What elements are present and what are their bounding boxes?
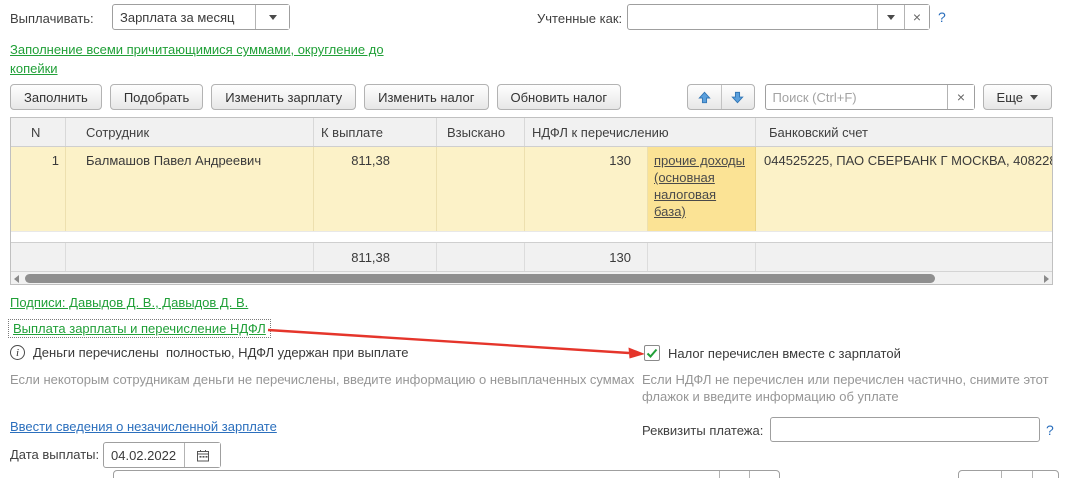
cell-to-pay[interactable]: 811,38 <box>314 147 437 231</box>
change-tax-button[interactable]: Изменить налог <box>364 84 489 110</box>
info-icon: i <box>10 345 25 360</box>
pay-mode-dropdown-button[interactable] <box>255 5 289 29</box>
requisites-help-link[interactable]: ? <box>1046 422 1054 438</box>
clipped-field-button[interactable] <box>719 471 749 478</box>
table-totals-row: 811,38 130 <box>11 242 1052 271</box>
search-clear-button[interactable]: × <box>947 85 974 109</box>
clipped-bottom-field[interactable] <box>958 470 1059 478</box>
total-empty <box>11 243 66 271</box>
calendar-icon <box>196 449 209 461</box>
table-header-row: N Сотрудник К выплате Взыскано НДФЛ к пе… <box>11 118 1052 147</box>
tax-checkbox-row: Налог перечислен вместе с зарплатой <box>644 345 901 361</box>
accounted-as-clear-button[interactable]: × <box>904 5 929 29</box>
cell-withheld[interactable] <box>437 147 525 231</box>
enter-unpaid-salary-link[interactable]: Ввести сведения о незачисленной зарплате <box>10 419 277 434</box>
pick-button[interactable]: Подобрать <box>109 84 204 110</box>
chevron-down-icon <box>1030 94 1038 100</box>
cell-bank-account[interactable]: 044525225, ПАО СБЕРБАНК Г МОСКВА, 408228… <box>756 147 1052 231</box>
payout-and-ndfl-link[interactable]: Выплата зарплаты и перечисление НДФЛ <box>13 321 266 336</box>
employees-table: N Сотрудник К выплате Взыскано НДФЛ к пе… <box>10 117 1053 285</box>
checkmark-icon <box>646 348 658 358</box>
tax-base-link[interactable]: прочие доходы (основная налоговая база) <box>654 153 745 219</box>
total-empty <box>648 243 756 271</box>
column-header-withheld[interactable]: Взыскано <box>437 118 525 146</box>
search-input[interactable] <box>765 85 948 109</box>
cell-row-number: 1 <box>11 147 66 231</box>
change-salary-button[interactable]: Изменить зарплату <box>211 84 357 110</box>
search-box: × <box>764 84 975 110</box>
pay-mode-combo[interactable]: Зарплата за месяц <box>112 4 290 30</box>
fill-amounts-link[interactable]: Заполнение всеми причитающимися суммами,… <box>10 40 430 78</box>
clipped-field-text-area <box>959 471 1001 478</box>
payment-status-text: Деньги перечислены полностью, НДФЛ удерж… <box>33 345 409 360</box>
accounted-as-dropdown-button[interactable] <box>877 5 904 29</box>
payment-requisites-label: Реквизиты платежа: <box>642 423 764 438</box>
clipped-field-button[interactable] <box>749 471 779 478</box>
cell-tax-base: прочие доходы (основная налоговая база) <box>648 147 756 231</box>
accounted-as-value[interactable] <box>628 5 877 29</box>
row-move-buttons <box>686 84 755 110</box>
table-toolbar: Заполнить Подобрать Изменить зарплату Из… <box>10 84 1052 110</box>
table-row[interactable]: 1 Балмашов Павел Андреевич 811,38 130 пр… <box>11 147 1052 232</box>
accounted-as-help-link[interactable]: ? <box>938 9 946 25</box>
total-empty <box>66 243 314 271</box>
payout-link-focus-box: Выплата зарплаты и перечисление НДФЛ <box>8 319 271 338</box>
pay-mode-label: Выплачивать: <box>10 11 94 26</box>
update-tax-button[interactable]: Обновить налог <box>496 84 622 110</box>
unpaid-hint-text: Если некоторым сотрудникам деньги не пер… <box>10 372 635 387</box>
calendar-button[interactable] <box>184 443 220 467</box>
clipped-field-text-area <box>114 471 719 478</box>
more-button-label: Еще <box>996 89 1023 105</box>
tax-hint-text: Если НДФЛ не перечислен или перечислен ч… <box>642 372 1049 404</box>
tax-transferred-checkbox[interactable] <box>644 345 660 361</box>
cell-employee[interactable]: Балмашов Павел Андреевич <box>66 147 314 231</box>
scroll-right-icon[interactable] <box>1044 275 1049 283</box>
arrow-down-icon <box>731 91 744 103</box>
payment-date-label: Дата выплаты: <box>10 447 100 462</box>
total-empty <box>756 243 1052 271</box>
more-button[interactable]: Еще <box>982 84 1052 110</box>
clipped-bottom-field[interactable] <box>113 470 780 478</box>
scrollbar-thumb[interactable] <box>25 274 935 283</box>
table-empty-area <box>11 232 1052 242</box>
cell-ndfl[interactable]: 130 <box>525 147 648 231</box>
payment-requisites-field <box>770 417 1040 442</box>
signatures-link[interactable]: Подписи: Давыдов Д. В., Давыдов Д. В. <box>10 295 248 310</box>
total-to-pay: 811,38 <box>314 243 437 271</box>
clipped-field-button[interactable] <box>1001 471 1032 478</box>
column-header-employee[interactable]: Сотрудник <box>66 118 314 146</box>
chevron-down-icon <box>268 14 277 20</box>
salary-payment-form: Выплачивать: Зарплата за месяц Учтенные … <box>0 0 1065 478</box>
column-header-bank-account[interactable]: Банковский счет <box>756 118 1052 146</box>
pay-mode-value[interactable]: Зарплата за месяц <box>113 5 255 29</box>
chevron-down-icon <box>887 14 895 20</box>
arrow-up-icon <box>697 91 711 103</box>
payment-date-field <box>103 442 221 468</box>
total-ndfl: 130 <box>525 243 648 271</box>
payment-status-row: i Деньги перечислены полностью, НДФЛ уде… <box>10 345 409 360</box>
move-up-button[interactable] <box>688 85 721 109</box>
column-header-to-pay[interactable]: К выплате <box>314 118 437 146</box>
move-down-button[interactable] <box>720 85 754 109</box>
scroll-left-icon[interactable] <box>14 275 19 283</box>
fill-button[interactable]: Заполнить <box>10 84 102 110</box>
tax-transferred-checkbox-label[interactable]: Налог перечислен вместе с зарплатой <box>668 346 901 361</box>
column-header-ndfl[interactable]: НДФЛ к перечислению <box>525 118 756 146</box>
horizontal-scrollbar[interactable] <box>11 271 1052 284</box>
column-header-n[interactable]: N <box>11 118 66 146</box>
total-empty <box>437 243 525 271</box>
clipped-field-button[interactable] <box>1032 471 1058 478</box>
accounted-as-combo[interactable]: × <box>627 4 930 30</box>
payment-date-input[interactable] <box>104 443 184 467</box>
accounted-as-label: Учтенные как: <box>537 11 623 26</box>
payment-requisites-input[interactable] <box>771 422 1039 437</box>
